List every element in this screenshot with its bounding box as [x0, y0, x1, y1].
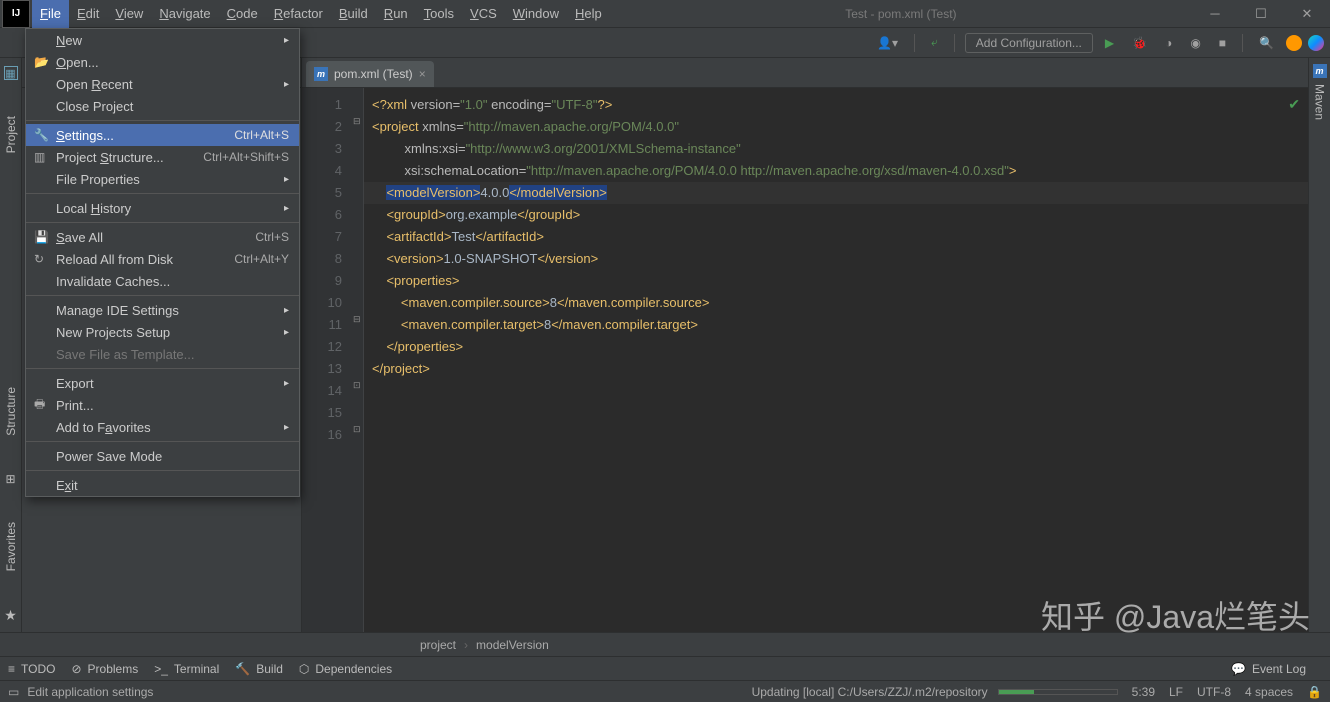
menu-help[interactable]: Help — [567, 0, 610, 28]
menu-vcs[interactable]: VCS — [462, 0, 505, 28]
menu-code[interactable]: Code — [219, 0, 266, 28]
tool-problems[interactable]: ⊘Problems — [71, 662, 138, 676]
menu-item-invalidate-caches-[interactable]: Invalidate Caches... — [26, 270, 299, 292]
progress-bar — [998, 689, 1118, 695]
profile-icon[interactable]: ◉ — [1184, 34, 1206, 52]
readonly-lock-icon[interactable]: 🔒 — [1307, 685, 1322, 699]
line-gutter: 12345678910111213141516 — [302, 88, 352, 632]
right-tool-strip: m Maven — [1308, 58, 1330, 632]
menu-item-manage-ide-settings[interactable]: Manage IDE Settings▸ — [26, 299, 299, 321]
maximize-button[interactable]: ☐ — [1238, 0, 1284, 28]
search-icon[interactable]: 🔍 — [1253, 34, 1280, 52]
editor-tab-pom[interactable]: m pom.xml (Test) × — [306, 61, 434, 87]
tab-favorites[interactable]: Favorites — [4, 516, 18, 577]
menu-item-power-save-mode[interactable]: Power Save Mode — [26, 445, 299, 467]
inspection-ok-icon[interactable]: ✔ — [1288, 96, 1300, 113]
ide-badge-icon[interactable] — [1286, 35, 1302, 51]
close-tab-icon[interactable]: × — [419, 67, 426, 81]
coverage-icon[interactable]: ◑ — [1159, 34, 1178, 52]
window-title: Test - pom.xml (Test) — [610, 7, 1192, 21]
fold-gutter: ⊟ ⊟ ⊡ ⊡ — [352, 88, 364, 632]
menu-item-local-history[interactable]: Local History▸ — [26, 197, 299, 219]
toolbox-icon[interactable] — [1308, 35, 1324, 51]
caret-position[interactable]: 5:39 — [1132, 685, 1155, 699]
line-separator[interactable]: LF — [1169, 685, 1183, 699]
tool-todo[interactable]: ≡TODO — [8, 662, 55, 676]
bottom-toolbar: ≡TODO ⊘Problems >_Terminal 🔨Build ⬡Dependenc… — [0, 656, 1330, 680]
menu-build[interactable]: Build — [331, 0, 376, 28]
event-log-icon: 💬 — [1231, 662, 1246, 676]
editor-area: m pom.xml (Test) × 123456789101112131415… — [302, 58, 1308, 632]
maven-tool-icon[interactable]: m — [1313, 64, 1327, 78]
status-bar-icon[interactable]: ▭ — [8, 685, 19, 699]
event-log-button[interactable]: 💬Event Log — [1231, 662, 1306, 676]
maven-file-icon: m — [314, 67, 328, 81]
project-tool-icon[interactable]: ▦ — [4, 66, 18, 80]
menu-item-exit[interactable]: Exit — [26, 474, 299, 496]
tool-dependencies[interactable]: ⬡Dependencies — [299, 662, 392, 676]
menu-item-reload-all-from-disk[interactable]: ↻Reload All from DiskCtrl+Alt+Y — [26, 248, 299, 270]
menu-item-project-structure-[interactable]: ▥Project Structure...Ctrl+Alt+Shift+S — [26, 146, 299, 168]
menu-item-save-file-as-template-: Save File as Template... — [26, 343, 299, 365]
menu-file[interactable]: File — [32, 0, 69, 28]
favorites-star-icon: ★ — [4, 607, 17, 624]
minimize-button[interactable]: ─ — [1192, 0, 1238, 28]
menu-item-new[interactable]: New▸ — [26, 29, 299, 51]
left-tool-strip: ▦ Project Structure ⊞ Favorites ★ — [0, 58, 22, 632]
run-icon[interactable]: ▶ — [1099, 34, 1120, 52]
menu-edit[interactable]: Edit — [69, 0, 107, 28]
file-menu-dropdown: New▸📂Open...Open Recent▸Close Project 🔧Se… — [25, 28, 300, 497]
add-configuration-button[interactable]: Add Configuration... — [965, 33, 1093, 53]
build-hammer-icon[interactable]: ⤶ — [925, 33, 944, 52]
tool-terminal[interactable]: >_Terminal — [154, 662, 219, 676]
tab-maven[interactable]: Maven — [1313, 80, 1327, 124]
menu-window[interactable]: Window — [505, 0, 567, 28]
menu-item-add-to-favorites[interactable]: Add to Favorites▸ — [26, 416, 299, 438]
status-hint: Edit application settings — [27, 685, 153, 699]
titlebar: IJ FileEditViewNavigateCodeRefactorBuild… — [0, 0, 1330, 28]
menu-item-open-[interactable]: 📂Open... — [26, 51, 299, 73]
breadcrumb-item[interactable]: project — [420, 638, 456, 652]
tab-project[interactable]: Project — [4, 110, 18, 159]
menu-item-settings-[interactable]: 🔧Settings...Ctrl+Alt+S — [26, 124, 299, 146]
menu-item-new-projects-setup[interactable]: New Projects Setup▸ — [26, 321, 299, 343]
code-editor[interactable]: <?xml version="1.0" encoding="UTF-8"?><p… — [364, 88, 1308, 632]
stop-icon[interactable]: ■ — [1213, 34, 1232, 52]
menu-item-close-project[interactable]: Close Project — [26, 95, 299, 117]
editor-tab-label: pom.xml (Test) — [334, 67, 413, 81]
menu-navigate[interactable]: Navigate — [151, 0, 218, 28]
menu-item-export[interactable]: Export▸ — [26, 372, 299, 394]
menubar: FileEditViewNavigateCodeRefactorBuildRun… — [32, 0, 610, 28]
menu-item-save-all[interactable]: 💾Save AllCtrl+S — [26, 226, 299, 248]
menu-item-file-properties[interactable]: File Properties▸ — [26, 168, 299, 190]
user-icon[interactable]: 👤▾ — [871, 34, 904, 52]
tab-structure[interactable]: Structure — [4, 381, 18, 442]
structure-icon: ⊞ — [5, 472, 15, 486]
menu-run[interactable]: Run — [376, 0, 416, 28]
menu-item-open-recent[interactable]: Open Recent▸ — [26, 73, 299, 95]
menu-tools[interactable]: Tools — [416, 0, 462, 28]
tool-build[interactable]: 🔨Build — [235, 662, 283, 676]
menu-refactor[interactable]: Refactor — [266, 0, 331, 28]
close-button[interactable]: ✕ — [1284, 0, 1330, 28]
indent-setting[interactable]: 4 spaces — [1245, 685, 1293, 699]
menu-item-print-[interactable]: 🖶Print... — [26, 394, 299, 416]
status-progress: Updating [local] C:/Users/ZZJ/.m2/reposi… — [752, 685, 988, 699]
breadcrumb-item[interactable]: modelVersion — [476, 638, 549, 652]
status-bar: ▭ Edit application settings Updating [lo… — [0, 680, 1330, 702]
ide-logo: IJ — [2, 0, 30, 28]
debug-icon[interactable]: 🐞 — [1126, 34, 1153, 52]
breadcrumb-bar: project › modelVersion — [0, 632, 1330, 656]
menu-view[interactable]: View — [107, 0, 151, 28]
file-encoding[interactable]: UTF-8 — [1197, 685, 1231, 699]
